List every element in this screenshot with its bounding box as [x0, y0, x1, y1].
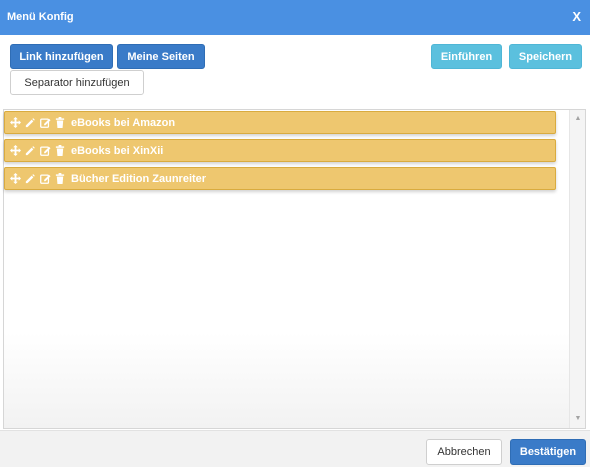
edit-icon[interactable]	[39, 117, 51, 129]
confirm-button[interactable]: Bestätigen	[510, 439, 586, 465]
trash-icon[interactable]	[54, 145, 66, 157]
menu-item[interactable]: Bücher Edition Zaunreiter	[4, 167, 556, 190]
move-icon[interactable]	[9, 145, 21, 157]
menu-item-label: eBooks bei XinXii	[71, 144, 164, 157]
move-icon[interactable]	[9, 117, 21, 129]
trash-icon[interactable]	[54, 117, 66, 129]
add-separator-button[interactable]: Separator hinzufügen	[10, 70, 144, 95]
pencil-icon[interactable]	[24, 145, 36, 157]
pencil-icon[interactable]	[24, 173, 36, 185]
move-icon[interactable]	[9, 173, 21, 185]
edit-icon[interactable]	[39, 173, 51, 185]
menu-item[interactable]: eBooks bei Amazon	[4, 111, 556, 134]
dialog-titlebar: Menü Konfig X	[0, 0, 590, 35]
edit-icon[interactable]	[39, 145, 51, 157]
add-link-button[interactable]: Link hinzufügen	[10, 44, 113, 69]
close-button[interactable]: X	[572, 9, 581, 25]
menu-item-label: eBooks bei Amazon	[71, 116, 176, 129]
vertical-scrollbar[interactable]: ▲ ▼	[569, 110, 585, 428]
my-pages-button[interactable]: Meine Seiten	[117, 44, 205, 69]
import-button[interactable]: Einführen	[431, 44, 502, 69]
scroll-down-icon[interactable]: ▼	[570, 412, 586, 426]
pencil-icon[interactable]	[24, 117, 36, 129]
save-button[interactable]: Speichern	[509, 44, 582, 69]
menu-item[interactable]: eBooks bei XinXii	[4, 139, 556, 162]
menu-list-panel: eBooks bei Amazon eBooks bei XinXii Büch…	[3, 109, 586, 429]
dialog-title: Menü Konfig	[7, 11, 74, 23]
trash-icon[interactable]	[54, 173, 66, 185]
scroll-up-icon[interactable]: ▲	[570, 112, 586, 126]
menu-item-label: Bücher Edition Zaunreiter	[71, 172, 207, 185]
cancel-button[interactable]: Abbrechen	[426, 439, 502, 465]
